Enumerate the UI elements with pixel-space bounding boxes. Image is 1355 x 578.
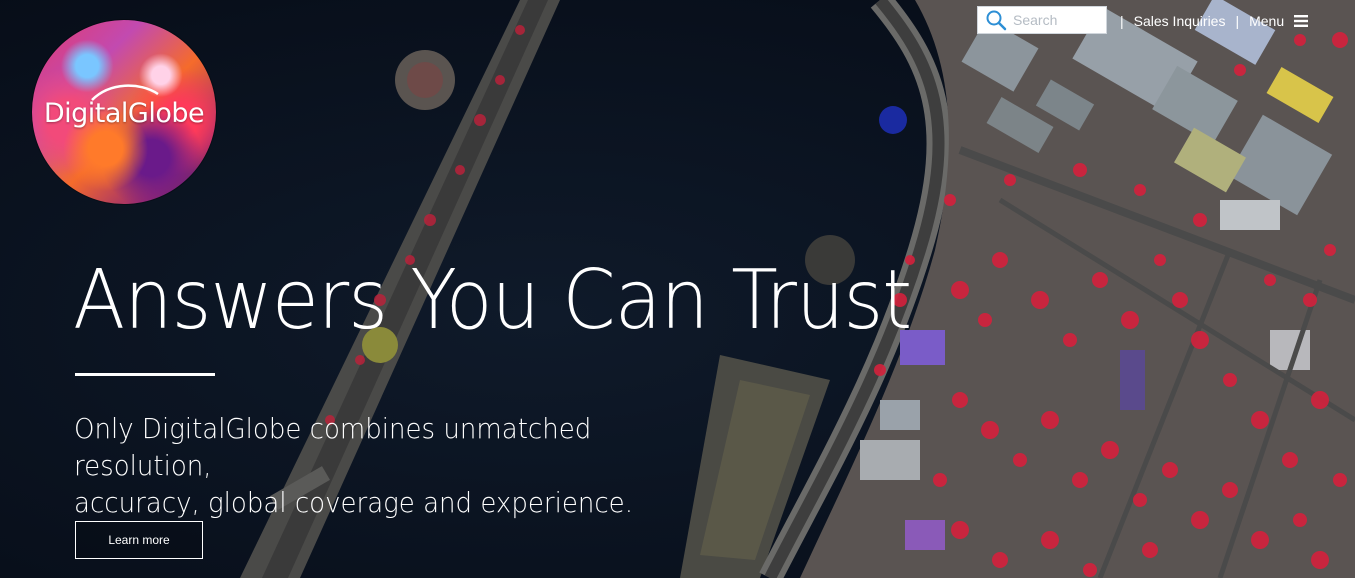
search-box[interactable] <box>977 6 1107 34</box>
search-icon[interactable] <box>985 9 1007 31</box>
subhead-line-2: accuracy, global coverage and experience… <box>74 486 633 519</box>
hero-subhead: Only DigitalGlobe combines unmatched res… <box>74 410 725 521</box>
search-input[interactable] <box>1013 12 1103 28</box>
digitalglobe-logo[interactable]: DigitalGlobe <box>32 20 216 204</box>
headline-divider <box>75 373 215 376</box>
hero-banner: DigitalGlobe | Sales Inquiries | Menu An… <box>0 0 1355 578</box>
top-nav: | Sales Inquiries | Menu <box>1110 6 1309 36</box>
nav-separator: | <box>1120 13 1124 29</box>
learn-more-button[interactable]: Learn more <box>75 521 203 559</box>
nav-separator: | <box>1235 13 1240 29</box>
sales-inquiries-link[interactable]: Sales Inquiries <box>1134 13 1226 29</box>
menu-link[interactable]: Menu <box>1249 13 1284 29</box>
hero-headline: Answers You Can Trust <box>73 253 912 348</box>
logo-text: DigitalGlobe <box>43 98 205 129</box>
subhead-line-1: Only DigitalGlobe combines unmatched res… <box>74 412 592 482</box>
menu-icon[interactable] <box>1294 15 1309 27</box>
